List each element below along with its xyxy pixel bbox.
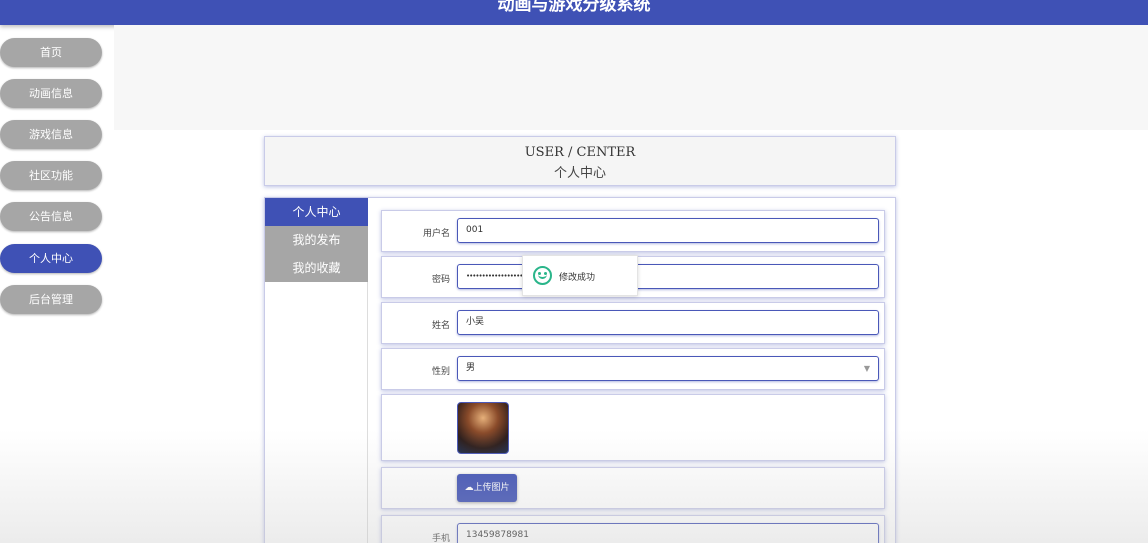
name-input[interactable]: 小吴 xyxy=(457,310,879,335)
form-row-upload: ☁上传图片 xyxy=(381,467,885,509)
upload-image-button[interactable]: ☁上传图片 xyxy=(457,474,517,502)
sidebar-item-anime[interactable]: 动画信息 xyxy=(0,79,102,108)
gender-label: 性别 xyxy=(431,367,450,377)
phone-label: 手机 xyxy=(431,534,450,543)
avatar-image xyxy=(457,402,509,454)
form-row-name: 姓名 小吴 xyxy=(381,302,885,344)
name-label: 姓名 xyxy=(431,321,450,331)
phone-input[interactable]: 13459878981 xyxy=(457,523,879,543)
sidebar-item-admin[interactable]: 后台管理 xyxy=(0,285,102,314)
profile-panel: 个人中心 我的发布 我的收藏 用户名 001 密码 ••••••••••••••… xyxy=(264,197,896,543)
toast-message: 修改成功 xyxy=(559,273,596,283)
gender-selected-value: 男 xyxy=(466,363,476,373)
sidebar-item-games[interactable]: 游戏信息 xyxy=(0,120,102,149)
profile-tabs: 个人中心 我的发布 我的收藏 xyxy=(265,198,368,543)
user-center-header: USER / CENTER 个人中心 xyxy=(264,136,896,186)
form-row-avatar xyxy=(381,394,885,461)
tab-user-center[interactable]: 个人中心 xyxy=(265,198,368,226)
tab-my-posts[interactable]: 我的发布 xyxy=(265,226,368,254)
smile-icon xyxy=(533,266,552,285)
form-row-phone: 手机 13459878981 xyxy=(381,515,885,543)
username-input[interactable]: 001 xyxy=(457,218,879,243)
sidebar-item-home[interactable]: 首页 xyxy=(0,38,102,67)
success-toast: 修改成功 xyxy=(522,255,638,296)
password-input[interactable]: •••••••••••••••••••• xyxy=(457,264,879,289)
sidebar-item-user-center[interactable]: 个人中心 xyxy=(0,244,102,273)
gender-select[interactable]: 男 ▼ xyxy=(457,356,879,381)
user-center-title-cn: 个人中心 xyxy=(553,166,606,181)
user-center-title-en: USER / CENTER xyxy=(524,145,636,160)
form-row-username: 用户名 001 xyxy=(381,210,885,252)
banner-area xyxy=(114,25,1148,130)
app-header: 动画与游戏分级系统 xyxy=(0,0,1148,25)
upload-button-label: 上传图片 xyxy=(473,483,510,493)
chevron-down-icon: ▼ xyxy=(863,364,870,373)
password-label: 密码 xyxy=(431,275,450,285)
tab-my-favorites[interactable]: 我的收藏 xyxy=(265,254,368,282)
sidebar-item-announcements[interactable]: 公告信息 xyxy=(0,202,102,231)
form-row-gender: 性别 男 ▼ xyxy=(381,348,885,390)
app-title: 动画与游戏分级系统 xyxy=(497,0,651,15)
sidebar-item-community[interactable]: 社区功能 xyxy=(0,161,102,190)
username-label: 用户名 xyxy=(422,229,450,239)
